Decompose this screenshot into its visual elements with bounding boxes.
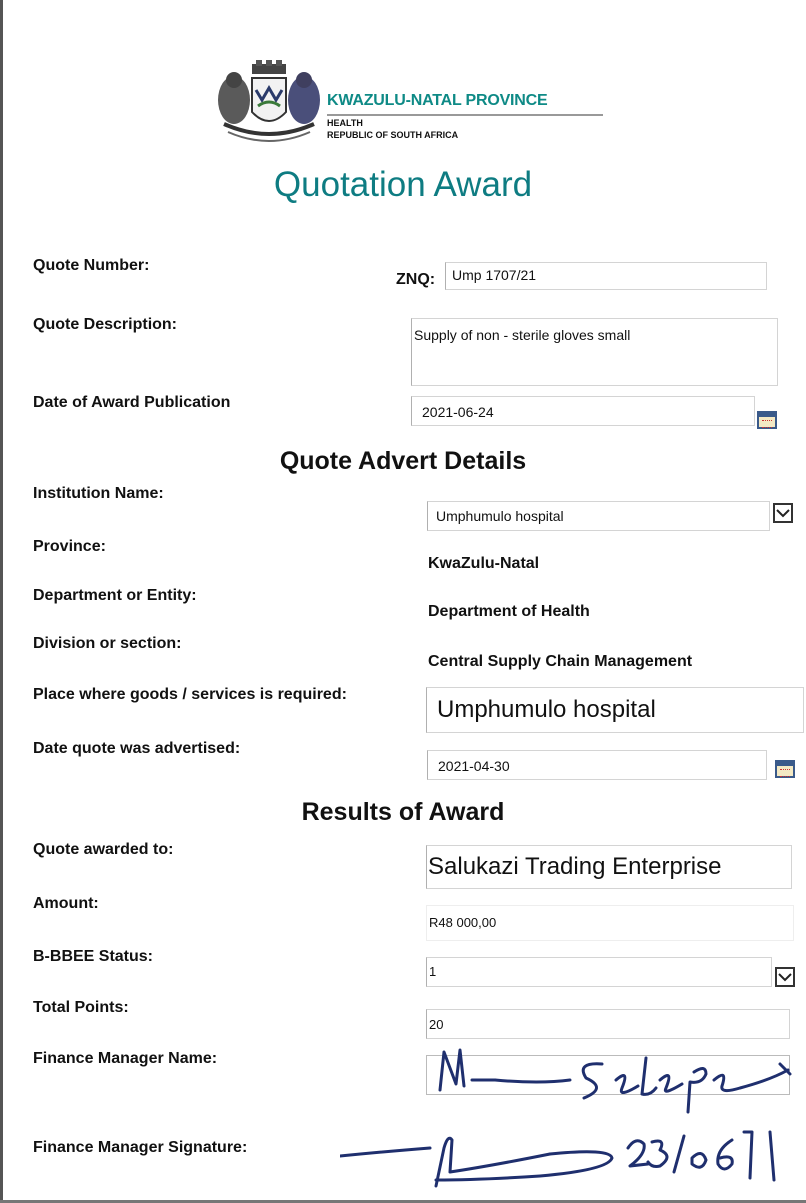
division-label: Division or section: [33,635,182,652]
awarded-to-label: Quote awarded to: [33,841,174,858]
handwritten-signature [340,1048,792,1188]
amount-label: Amount: [33,895,99,912]
awarded-to-field[interactable]: Salukazi Trading Enterprise [426,845,792,889]
calendar-icon[interactable] [775,760,795,778]
calendar-icon[interactable] [757,411,777,429]
finance-manager-signature-label: Finance Manager Signature: [33,1139,248,1156]
institution-label: Institution Name: [33,485,164,502]
advertised-date-label: Date quote was advertised: [33,740,241,757]
advertised-date-field[interactable]: 2021-04-30 [427,750,767,780]
bbbee-status-select[interactable]: 1 [426,957,772,987]
finance-manager-name-label: Finance Manager Name: [33,1050,218,1067]
header-divider [327,114,603,116]
advert-section-heading: Quote Advert Details [279,447,527,475]
quote-description-field[interactable]: Supply of non - sterile gloves small [411,318,778,386]
bbbee-status-label: B-BBEE Status: [33,948,154,965]
department-subtitle: HEALTH [327,118,363,128]
total-points-field[interactable]: 20 [426,1009,790,1039]
chevron-down-icon[interactable] [775,967,795,987]
total-points-label: Total Points: [33,999,129,1016]
department-value: Department of Health [428,603,590,620]
award-date-field[interactable]: 2021-06-24 [411,396,755,426]
place-label: Place where goods / services is required… [33,686,347,703]
province-title: KWAZULU-NATAL PROVINCE [327,92,548,109]
province-value: KwaZulu-Natal [428,555,540,572]
award-date-label: Date of Award Publication [33,394,231,411]
quote-number-label: Quote Number: [33,257,150,274]
country-subtitle: REPUBLIC OF SOUTH AFRICA [327,130,459,140]
quote-number-field[interactable]: Ump 1707/21 [445,262,767,290]
chevron-down-icon[interactable] [773,503,793,523]
department-label: Department or Entity: [33,587,197,604]
quote-number-prefix: ZNQ: [396,271,436,288]
coat-of-arms-logo [218,60,320,142]
results-section-heading: Results of Award [301,798,505,826]
page-title: Quotation Award [273,165,533,204]
province-label: Province: [33,538,106,555]
institution-select[interactable]: Umphumulo hospital [427,501,770,531]
amount-field[interactable]: R48 000,00 [426,905,794,941]
division-value: Central Supply Chain Management [428,653,693,670]
place-field[interactable]: Umphumulo hospital [426,687,804,733]
quote-description-label: Quote Description: [33,316,178,333]
